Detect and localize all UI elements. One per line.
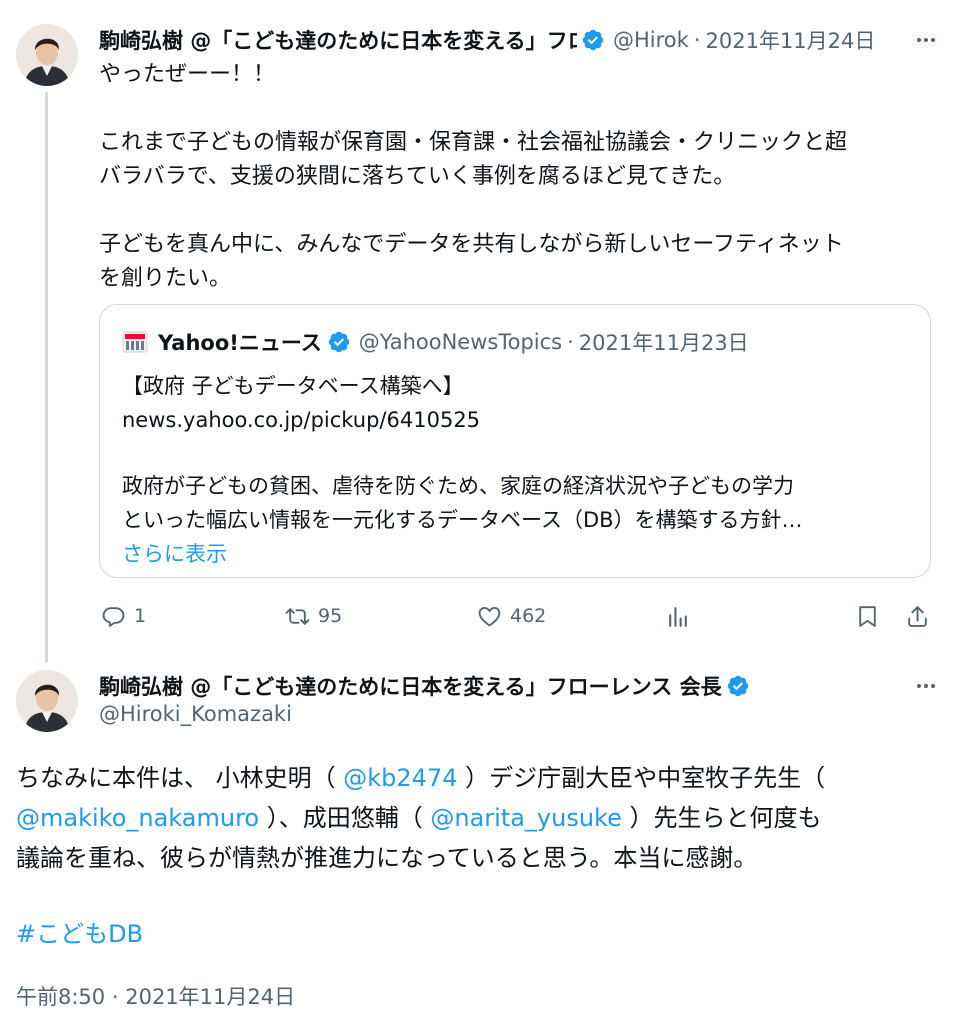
share-button[interactable] xyxy=(905,596,930,636)
quoted-url: news.yahoo.co.jp/pickup/6410525 xyxy=(122,408,481,432)
views-icon xyxy=(669,606,687,627)
mention-link[interactable]: @narita_yusuke xyxy=(430,804,622,832)
display-name[interactable]: 駒崎弘樹 @「こども達のために日本を変える」フローレンス 会長 xyxy=(99,25,577,55)
quoted-display-name[interactable]: Yahoo!ニュース xyxy=(158,327,322,357)
tweet-date: 2021年11月24日 xyxy=(125,985,296,1009)
quoted-text-line: といった幅広い情報を一元化するデータベース（DB）を構築する方針… xyxy=(122,508,803,532)
views-button[interactable] xyxy=(665,596,690,636)
text-segment: ）先生らと何度も xyxy=(621,804,822,832)
separator-dot: · xyxy=(567,330,574,354)
quoted-user-handle[interactable]: @YahooNewsTopics xyxy=(359,330,562,354)
display-name[interactable]: 駒崎弘樹 @「こども達のために日本を変える」フローレンス 会長 xyxy=(99,671,722,701)
tweet-header: 駒崎弘樹 @「こども達のために日本を変える」フローレンス 会長 xyxy=(99,668,750,704)
separator-dot: · xyxy=(693,28,701,52)
avatar-photo xyxy=(16,24,78,86)
more-options-icon[interactable] xyxy=(912,26,940,54)
avatar[interactable] xyxy=(16,24,78,86)
tweet-action-bar: 1 95 462 xyxy=(99,596,939,636)
tweet-text-line: @makiko_nakamuro ）、成田悠輔（ @narita_yusuke … xyxy=(16,798,940,838)
bookmark-icon xyxy=(859,605,876,627)
quoted-tweet-date: 2021年11月23日 xyxy=(578,331,749,355)
tweet-header: 駒崎弘樹 @「こども達のために日本を変える」フローレンス 会長 @Hirok ·… xyxy=(99,22,940,58)
quoted-tweet-header: Yahoo!ニュース @YahooNewsTopics · 2021年11月23… xyxy=(122,327,749,357)
user-handle[interactable]: @Hiroki_Komazaki xyxy=(99,702,292,726)
tweet-text-line: バラバラで、支援の狭間に落ちていく事例を腐るほど見てきた。 xyxy=(99,164,736,189)
reply-count: 1 xyxy=(134,605,147,627)
text-segment: ）、成田悠輔（ xyxy=(259,804,431,832)
text-segment: ）デジ庁副大臣や中室牧子先生（ xyxy=(457,764,826,792)
tweet-text-line: 議論を重ね、彼らが情熱が推進力になっていると思う。本当に感謝。 xyxy=(16,844,758,872)
tweet-date[interactable]: 2021年11月24日 xyxy=(706,25,876,55)
quoted-title: 【政府 子どもデータベース構築へ】 xyxy=(122,374,464,398)
avatar-photo xyxy=(16,670,78,732)
bookmark-button[interactable] xyxy=(855,596,880,636)
retweet-icon xyxy=(285,607,310,625)
more-options-icon[interactable] xyxy=(912,672,940,700)
tweet-text-line: ちなみに本件は、 小林史明（ @kb2474 ）デジ庁副大臣や中室牧子先生（ xyxy=(16,758,940,798)
user-handle[interactable]: @Hirok xyxy=(613,28,689,52)
verified-badge-icon xyxy=(327,330,351,354)
show-more-link[interactable]: さらに表示 xyxy=(122,542,227,566)
like-count: 462 xyxy=(510,605,547,627)
tweet-text: ちなみに本件は、 小林史明（ @kb2474 ）デジ庁副大臣や中室牧子先生（ @… xyxy=(16,758,940,878)
verified-badge-icon xyxy=(726,674,750,698)
quoted-tweet-text: 【政府 子どもデータベース構築へ】 news.yahoo.co.jp/picku… xyxy=(122,369,912,571)
quoted-tweet-card[interactable]: Yahoo!ニュース @YahooNewsTopics · 2021年11月23… xyxy=(99,304,931,578)
like-button[interactable]: 462 xyxy=(477,596,546,636)
yahoo-news-logo xyxy=(122,329,148,355)
verified-badge-icon xyxy=(581,28,605,52)
thread-connector-line xyxy=(45,92,48,662)
tweet-timestamp[interactable]: 午前8:50 · 2021年11月24日 xyxy=(16,980,295,1014)
like-icon xyxy=(478,606,501,626)
tweet-text-line: やったぜーー！！ xyxy=(99,62,276,87)
avatar[interactable] xyxy=(16,670,78,732)
tweet-text: やったぜーー！！ これまで子どもの情報が保育園・保育課・社会福祉協議会・クリニッ… xyxy=(99,58,939,296)
share-icon xyxy=(908,605,927,627)
text-segment: ちなみに本件は、 小林史明（ xyxy=(16,764,344,792)
hashtag-link[interactable]: #こどもDB xyxy=(16,914,143,954)
tweet-text-line: 子どもを真ん中に、みんなでデータを共有しながら新しいセーフティネット xyxy=(99,232,844,257)
separator-dot: · xyxy=(111,985,119,1009)
mention-link[interactable]: @makiko_nakamuro xyxy=(16,804,259,832)
quoted-text-line: 政府が子どもの貧困、虐待を防ぐため、家庭の経済状況や子どもの学力 xyxy=(122,474,794,498)
reply-button[interactable]: 1 xyxy=(101,596,146,636)
tweet-time: 午前8:50 xyxy=(16,985,106,1009)
tweet-text-line: これまで子どもの情報が保育園・保育課・社会福祉協議会・クリニックと超 xyxy=(99,130,848,155)
retweet-button[interactable]: 95 xyxy=(285,596,342,636)
retweet-count: 95 xyxy=(318,605,343,627)
mention-link[interactable]: @kb2474 xyxy=(343,764,457,792)
reply-icon xyxy=(102,606,125,627)
tweet-text-line: を創りたい。 xyxy=(99,266,232,291)
